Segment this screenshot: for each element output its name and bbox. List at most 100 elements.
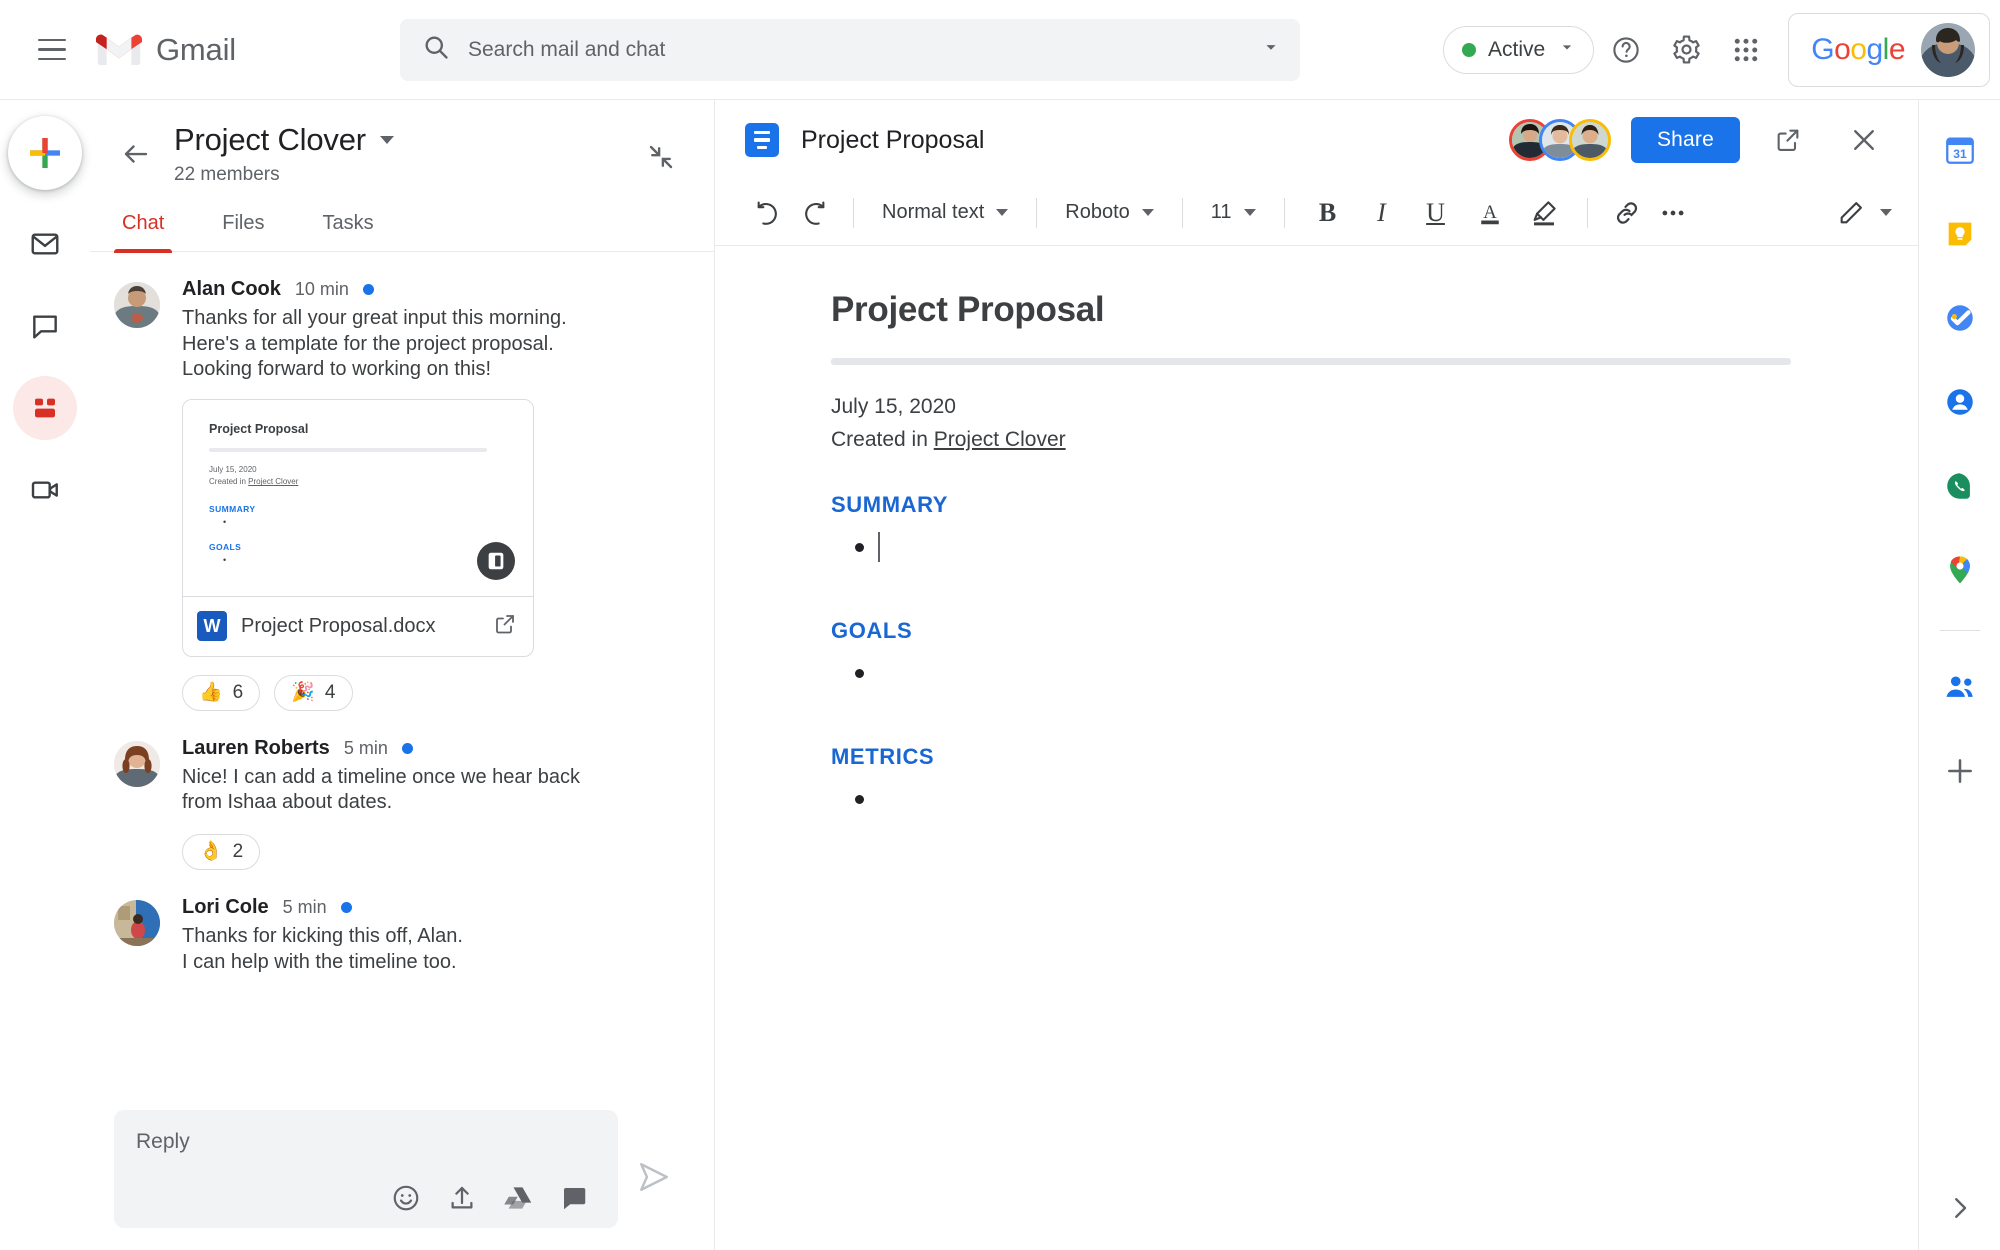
google-keep-icon[interactable] — [1932, 206, 1988, 262]
gear-icon[interactable] — [1658, 22, 1714, 78]
compose-tools — [136, 1182, 596, 1228]
bold-button[interactable]: B — [1301, 190, 1355, 236]
sidebar-item-mail[interactable] — [13, 212, 77, 276]
avatar[interactable] — [114, 740, 160, 787]
chevron-down-icon[interactable] — [1260, 36, 1282, 63]
message-text-line: Thanks for all your great input this mor… — [182, 307, 567, 329]
share-button[interactable]: Share — [1630, 117, 1740, 163]
google-tasks-icon[interactable] — [1932, 290, 1988, 346]
doc-bullet-item[interactable] — [855, 786, 1918, 812]
doc-bullet-item[interactable] — [855, 532, 1918, 563]
reply-box[interactable]: Reply — [114, 1110, 618, 1228]
attachment-file-row[interactable]: W Project Proposal.docx — [183, 595, 533, 656]
font-family-dropdown[interactable]: Roboto — [1053, 191, 1166, 235]
send-button[interactable] — [618, 1160, 690, 1228]
document-header-actions: Share — [1508, 112, 1892, 168]
chat-title-block: Project Clover 22 members — [174, 122, 394, 186]
expand-rail-button[interactable] — [1945, 1193, 1975, 1228]
doc-section-heading: SUMMARY — [831, 492, 949, 518]
help-circle-icon[interactable] — [1598, 22, 1654, 78]
sidebar-item-rooms[interactable] — [13, 376, 77, 440]
google-drive-icon[interactable] — [502, 1182, 534, 1214]
thumbs-up-reaction[interactable]: 👍 6 — [182, 674, 261, 711]
google-voice-icon[interactable] — [1932, 458, 1988, 514]
document-header: Project Proposal Share — [715, 100, 1918, 180]
document-content[interactable]: Project Proposal July 15, 2020 Created i… — [715, 246, 1918, 1250]
chevron-down-icon — [996, 209, 1009, 216]
left-navigation-rail — [0, 100, 90, 1250]
search-input[interactable] — [468, 37, 1242, 62]
emoji-icon[interactable] — [390, 1182, 422, 1214]
doc-bullet-item[interactable] — [855, 660, 1918, 686]
preview-section-heading: GOALS — [209, 541, 242, 552]
italic-button[interactable]: I — [1355, 190, 1409, 236]
document-toolbar: Normal text Roboto 11 B I U A — [715, 180, 1918, 246]
sticker-icon[interactable] — [558, 1182, 590, 1214]
attachment-card[interactable]: Project Proposal July 15, 2020 Created i… — [182, 398, 534, 657]
sidebar-item-chat[interactable] — [13, 294, 77, 358]
font-family-value: Roboto — [1065, 201, 1130, 223]
redo-icon[interactable] — [791, 190, 837, 236]
toolbar-divider — [1283, 197, 1285, 228]
google-calendar-icon[interactable]: 31 — [1932, 122, 1988, 178]
status-active-chip[interactable]: Active — [1443, 25, 1595, 74]
tab-tasks[interactable]: Tasks — [320, 204, 375, 251]
tab-chat[interactable]: Chat — [113, 204, 173, 253]
more-horizontal-icon[interactable] — [1650, 190, 1696, 236]
underline-button[interactable]: U — [1409, 190, 1463, 236]
gmail-logo-icon — [96, 34, 142, 65]
message-text-line: Here's a template for the project propos… — [182, 332, 554, 355]
top-bar-actions: Active Google — [1443, 12, 2000, 87]
ok-hand-reaction[interactable]: 👌 2 — [182, 833, 261, 870]
undo-icon[interactable] — [745, 190, 791, 236]
message-content: Lori Cole 5 min Thanks for kicking this … — [182, 896, 690, 975]
font-size-dropdown[interactable]: 11 — [1199, 191, 1268, 235]
sidebar-item-meet[interactable] — [13, 458, 77, 522]
collaborator-avatars — [1508, 119, 1611, 161]
message-item: Alan Cook 10 min Thanks for all your gre… — [114, 278, 690, 711]
avatar[interactable] — [114, 899, 160, 946]
reaction-count: 2 — [232, 840, 244, 862]
doc-created-link[interactable]: Project Clover — [934, 428, 1066, 451]
highlight-icon[interactable] — [1517, 190, 1571, 236]
open-in-new-icon[interactable] — [493, 612, 517, 641]
word-file-icon: W — [197, 611, 227, 642]
close-icon[interactable] — [1836, 112, 1892, 168]
google-contacts-icon[interactable] — [1932, 374, 1988, 430]
message-item: Lauren Roberts 5 min Nice! I can add a t… — [114, 737, 690, 870]
gmail-brand[interactable]: Gmail — [96, 32, 236, 68]
paragraph-style-dropdown[interactable]: Normal text — [870, 191, 1020, 235]
insert-link-icon[interactable] — [1604, 190, 1650, 236]
reaction-list: 👍 6 🎉 4 — [182, 674, 690, 711]
add-plus-icon[interactable] — [1932, 743, 1988, 799]
open-in-new-icon[interactable] — [1760, 112, 1816, 168]
collapse-diagonal-icon[interactable] — [636, 132, 686, 182]
attachment-preview: Project Proposal July 15, 2020 Created i… — [183, 399, 533, 596]
doc-section-goals: GOALS — [831, 618, 1918, 686]
people-icon[interactable] — [1932, 659, 1988, 715]
tab-files[interactable]: Files — [220, 204, 266, 251]
avatar[interactable] — [114, 282, 160, 328]
compose-plus-icon[interactable] — [8, 116, 82, 190]
preview-created-link: Project Clover — [248, 477, 299, 487]
text-color-icon[interactable]: A — [1463, 190, 1517, 236]
chevron-down-icon[interactable] — [1880, 209, 1892, 216]
apps-grid-icon[interactable] — [1718, 22, 1774, 78]
hamburger-menu-icon[interactable] — [24, 22, 80, 78]
message-text-line: from Ishaa about dates. — [182, 791, 393, 814]
chevron-down-icon — [1141, 209, 1154, 216]
doc-heading-title: Project Proposal — [831, 290, 1105, 329]
pencil-edit-icon[interactable] — [1828, 190, 1874, 236]
google-maps-icon[interactable] — [1932, 542, 1988, 598]
doc-created-line: Created in Project Clover — [831, 424, 1918, 457]
chevron-down-icon[interactable] — [379, 136, 394, 144]
avatar[interactable] — [1921, 22, 1975, 77]
message-author: Lori Cole — [182, 895, 269, 918]
collaborator-avatar-3[interactable] — [1568, 119, 1611, 161]
party-popper-reaction[interactable]: 🎉 4 — [274, 674, 353, 711]
upload-icon[interactable] — [446, 1182, 478, 1214]
doc-section-metrics: METRICS — [831, 744, 1918, 812]
back-arrow-icon[interactable] — [112, 130, 160, 178]
search-bar[interactable] — [400, 18, 1300, 81]
account-switcher[interactable]: Google — [1788, 12, 1990, 87]
